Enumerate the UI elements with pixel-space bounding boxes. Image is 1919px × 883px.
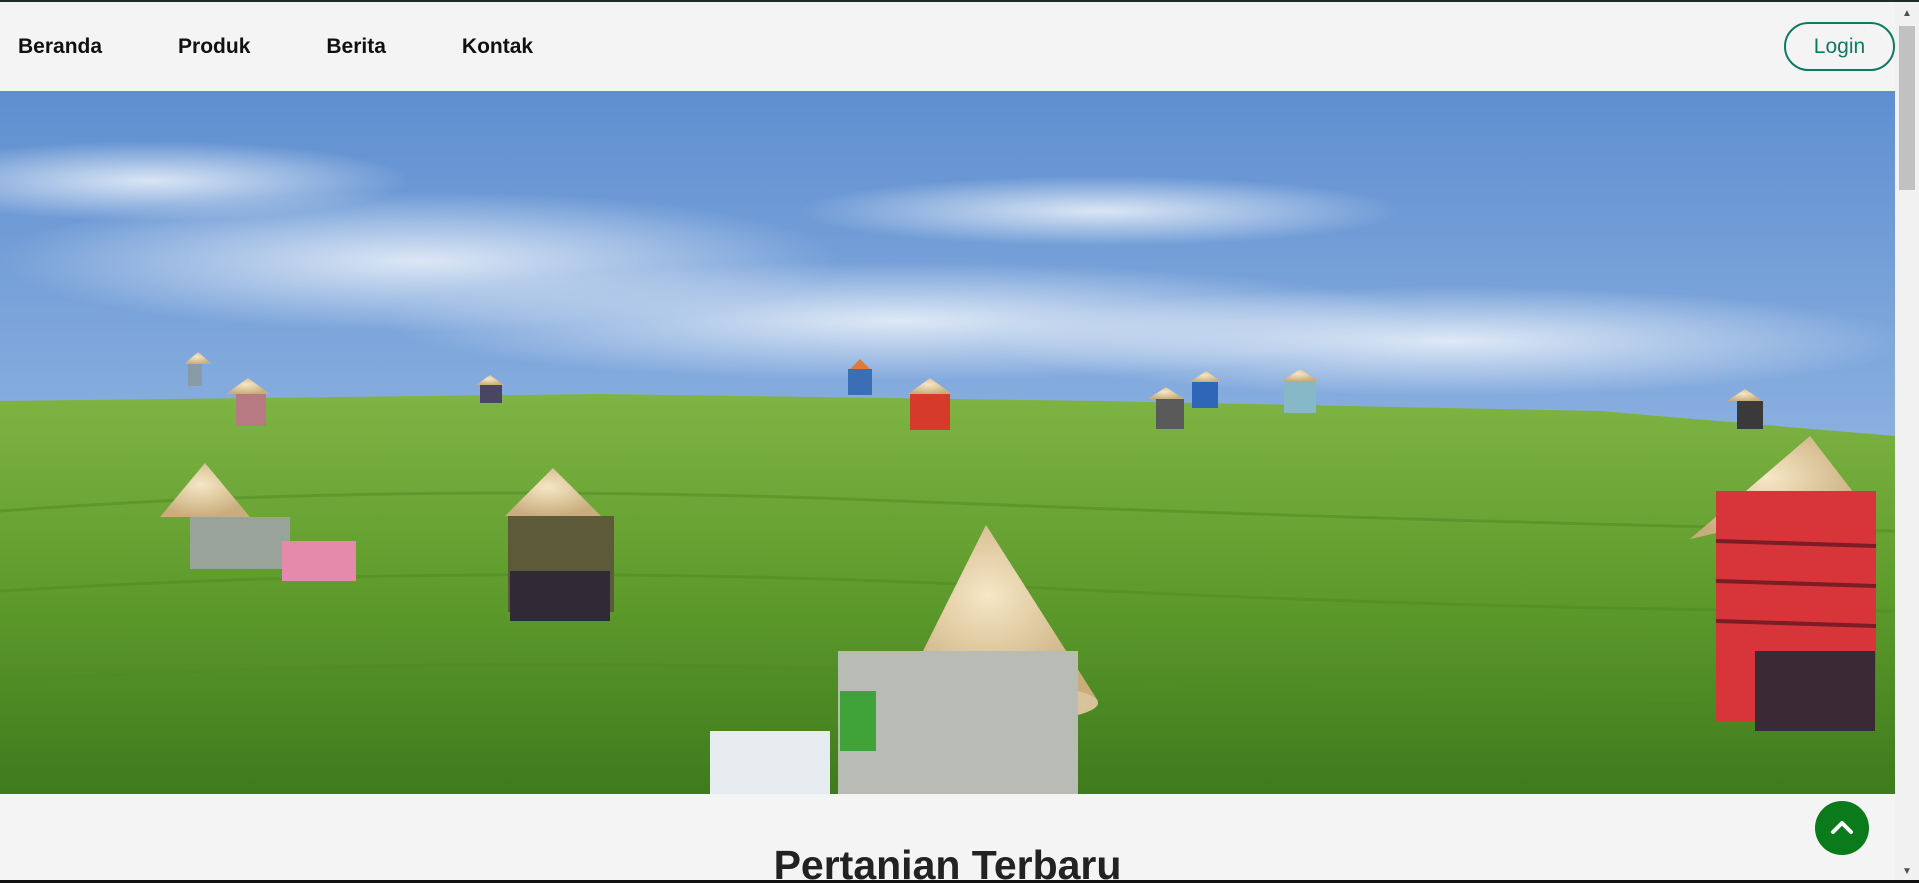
page: Beranda Produk Berita Kontak Login Perta…	[0, 2, 1895, 880]
scroll-down-arrow[interactable]: ▼	[1895, 862, 1919, 880]
chevron-up-icon	[1831, 821, 1853, 834]
navbar: Beranda Produk Berita Kontak Login	[0, 2, 1895, 91]
nav-link-beranda[interactable]: Beranda	[18, 35, 102, 59]
hero-image	[0, 91, 1895, 794]
scroll-up-arrow[interactable]: ▲	[1895, 4, 1919, 22]
vertical-scrollbar[interactable]: ▲ ▼	[1895, 2, 1919, 880]
section-title: Pertanian Terbaru	[773, 842, 1122, 880]
nav-link-berita[interactable]: Berita	[326, 35, 386, 59]
nav-link-kontak[interactable]: Kontak	[462, 35, 533, 59]
scroll-thumb[interactable]	[1899, 26, 1915, 190]
tea-plantation-photo	[0, 91, 1895, 794]
login-button[interactable]: Login	[1784, 22, 1895, 71]
nav-links: Beranda Produk Berita Kontak	[18, 2, 609, 91]
nav-link-produk[interactable]: Produk	[178, 35, 250, 59]
back-to-top-button[interactable]	[1815, 801, 1869, 855]
